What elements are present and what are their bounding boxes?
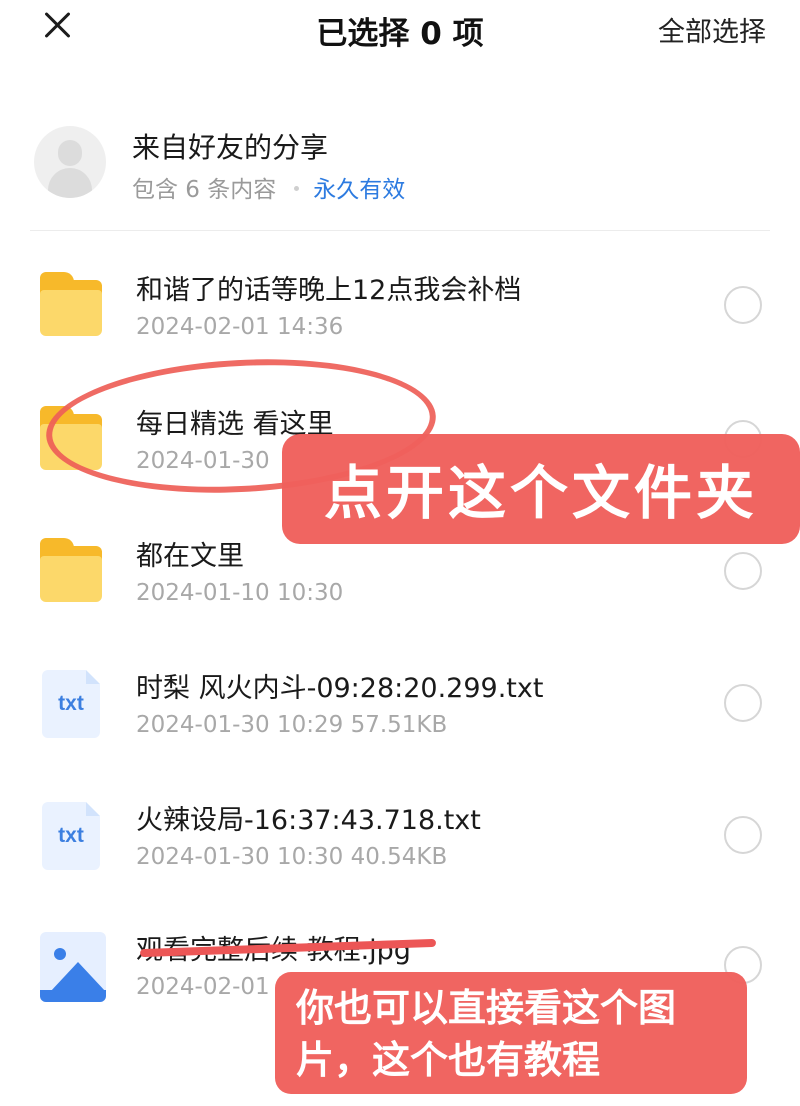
divider [30, 230, 770, 231]
select-checkbox[interactable] [724, 684, 762, 722]
annotation-callout-folder: 点开这个文件夹 [323, 459, 758, 527]
share-count: 包含 6 条内容 [132, 177, 277, 203]
file-row-folder[interactable]: 都在文里 2024-01-10 10:30 [0, 528, 800, 648]
avatar-body-shape [48, 168, 92, 198]
separator-dot [294, 185, 300, 191]
annotation-callout-image: 你也可以直接看这个图片，这个也有教程 [296, 986, 677, 1082]
select-checkbox[interactable] [724, 286, 762, 324]
txt-icon-label: txt [58, 824, 84, 847]
select-checkbox[interactable] [724, 552, 762, 590]
top-bar: 已选择 0 项 全部选择 [0, 0, 800, 60]
avatar [34, 126, 106, 198]
file-meta: 2024-02-01 [136, 974, 270, 1000]
file-row-txt[interactable]: txt 时梨 风火内斗-09:28:20.299.txt 2024-01-30 … [0, 660, 800, 780]
txt-icon-label: txt [58, 692, 84, 715]
file-meta: 2024-02-01 14:36 [136, 314, 344, 340]
select-checkbox[interactable] [724, 816, 762, 854]
file-row-folder[interactable]: 和谐了的话等晚上12点我会补档 2024-02-01 14:36 [0, 262, 800, 382]
txt-file-icon: txt [40, 802, 104, 870]
share-validity: 永久有效 [313, 177, 406, 203]
share-title: 来自好友的分享 [132, 131, 329, 164]
file-name: 时梨 风火内斗-09:28:20.299.txt [136, 673, 544, 704]
file-name: 和谐了的话等晚上12点我会补档 [136, 275, 522, 306]
share-meta: 包含 6 条内容 永久有效 [132, 170, 405, 204]
share-header: 来自好友的分享 包含 6 条内容 永久有效 [0, 120, 800, 230]
file-meta: 2024-01-30 10:29 57.51KB [136, 712, 448, 738]
folder-icon [40, 538, 104, 602]
image-file-icon [40, 932, 106, 1002]
select-all-button[interactable]: 全部选择 [658, 10, 766, 49]
avatar-head-shape [58, 140, 82, 166]
folder-icon [40, 272, 104, 336]
txt-file-icon: txt [40, 670, 104, 738]
file-name: 火辣设局-16:37:43.718.txt [136, 805, 481, 836]
file-row-txt[interactable]: txt 火辣设局-16:37:43.718.txt 2024-01-30 10:… [0, 792, 800, 912]
file-meta: 2024-01-30 10:30 40.54KB [136, 844, 448, 870]
file-name: 都在文里 [136, 541, 244, 572]
file-meta: 2024-01-10 10:30 [136, 580, 344, 606]
